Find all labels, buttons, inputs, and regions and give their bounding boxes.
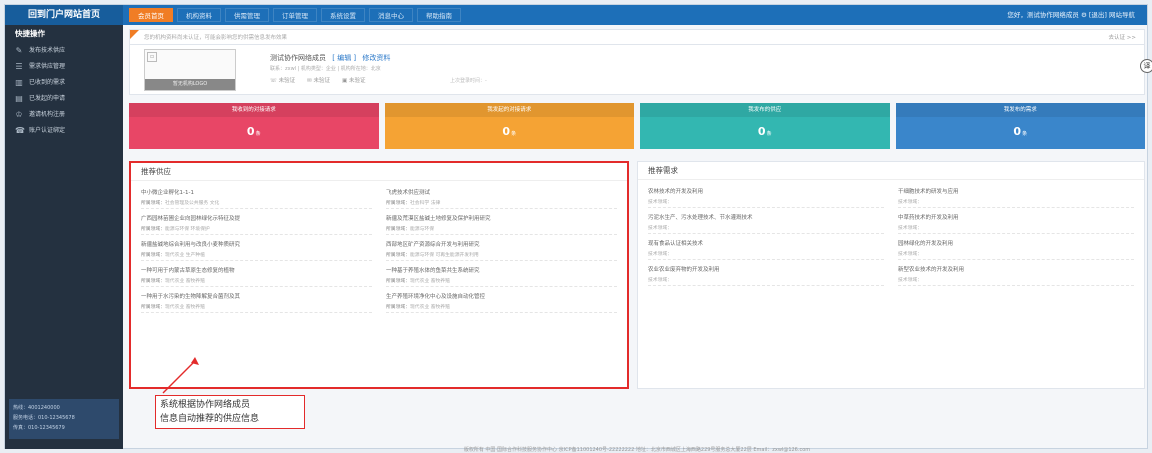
top-bar: 回到门户网站首页 会员首页 机构资料 供需管理 订单管理 系统设置 消息中心 帮… [5, 5, 1147, 25]
broken-image-icon: ▫ [147, 52, 157, 62]
list-item[interactable]: 西部地区矿产资源综合开发与利用研究 所属领域：能源与环保 可再生能源开发利用 [386, 235, 617, 261]
user-icon: ♔ [15, 110, 23, 119]
service-phone-text: 服务电话：010-12345678 [13, 415, 75, 421]
stat-my-demand[interactable]: 我发布的需求 0条 [895, 103, 1145, 149]
stat-label: 我发布的供应 [640, 103, 890, 117]
sidebar-title: 快捷操作 [15, 29, 45, 38]
main-nav: 会员首页 机构资料 供需管理 订单管理 系统设置 消息中心 帮助指南 [129, 8, 461, 22]
stat-value: 0条 [1013, 125, 1028, 138]
list-item[interactable]: 污泥水生产、污水处理技术、节水灌溉技术 技术领域： [648, 208, 884, 234]
panel-title: 推荐需求 [638, 162, 1144, 180]
sidebar-item-label: 邀请机构注册 [29, 111, 66, 118]
fax-text: 传真：010-12345679 [13, 425, 65, 431]
list-item[interactable]: 一种基于养殖水体的鱼菜共生系统研究 所属领域：现代农业 畜牧养殖 [386, 261, 617, 287]
annotation-arrow [162, 357, 199, 394]
stat-received-requests[interactable]: 我收到的对接请求 0条 [129, 103, 379, 149]
logo-caption: 暂无机构LOGO [145, 79, 235, 90]
nav-supply-demand[interactable]: 供需管理 [225, 8, 269, 22]
sidebar-item-label: 已收到的需求 [29, 79, 66, 86]
panel-title: 推荐供应 [131, 163, 627, 181]
stat-label: 我收到的对接请求 [129, 103, 379, 117]
sidebar-item-label: 发布技术供应 [29, 47, 66, 54]
cert-org: ▣ 未验证 [342, 78, 366, 84]
sidebar-item-label: 已发起的申请 [29, 95, 66, 102]
pencil-icon: ✎ [15, 46, 23, 55]
stat-my-supply[interactable]: 我发布的供应 0条 [640, 103, 890, 149]
document-icon: ▤ [15, 94, 23, 103]
list-item[interactable]: 一种用于水污染的生物降解复合菌剂及其 所属领域：现代农业 畜牧养殖 [141, 287, 372, 313]
footer-text: 版权所有 中国·国际合作科技服务协作中心 京ICP备11001240号-2222… [463, 447, 811, 453]
nav-org-profile[interactable]: 机构资料 [177, 8, 221, 22]
nav-member-home[interactable]: 会员首页 [129, 8, 173, 22]
list-item[interactable]: 中小微企业孵化1-1-1 所属领域：社会管理及公共服务 文化 [141, 183, 372, 209]
supply-list: 中小微企业孵化1-1-1 所属领域：社会管理及公共服务 文化 飞虎技术供应测试 所属… [131, 181, 627, 315]
hotline-text: 热线：4001240000 [13, 405, 60, 411]
nav-settings[interactable]: 系统设置 [321, 8, 365, 22]
phone-icon: ☎ [15, 126, 25, 135]
list-item[interactable]: 广西园林苗圃企业向园林绿化示特征及提 所属领域：能源与环保 环境保护 [141, 209, 372, 235]
app-frame: 回到门户网站首页 会员首页 机构资料 供需管理 订单管理 系统设置 消息中心 帮… [4, 4, 1152, 453]
edit-profile-link[interactable]: 修改资料 [362, 54, 390, 62]
stat-sent-requests[interactable]: 我发起的对接请求 0条 [384, 103, 634, 149]
notice-bar: 您的机构资料尚未认证，可能会影响您的供需信息发布效果 去认证 >> [129, 29, 1145, 45]
list-item[interactable]: 干细胞技术的研发与应用 技术领域： [898, 182, 1134, 208]
cert-status-row: ☏ 未验证 ✉ 未验证 ▣ 未验证 [270, 76, 366, 84]
list-item[interactable]: 新疆及荒漠区盐碱土地修复及保护利用研究 所属领域：能源与环保 [386, 209, 617, 235]
demand-list: 农林技术的开发及利用 技术领域： 干细胞技术的研发与应用 技术领域： 污泥水生产、污… [638, 180, 1144, 288]
sidebar-item-applied[interactable]: ▤ 已发起的申请 [5, 91, 123, 107]
sidebar-contact-box: 热线：4001240000 服务电话：010-12345678 传真：010-1… [9, 399, 119, 439]
annotation-line-2: 信息自动推荐的供应信息 [160, 414, 260, 424]
annotation-callout: 系统根据协作网络成员 信息自动推荐的供应信息 [155, 395, 305, 429]
list-item[interactable]: 飞虎技术供应测试 所属领域：社会科学 法律 [386, 183, 617, 209]
user-greeting[interactable]: 您好，测试协作网络成员 ⚙ [退出] 网站导航 [1007, 5, 1135, 25]
stat-value: 0条 [502, 125, 517, 138]
cert-email: ✉ 未验证 [307, 78, 331, 84]
last-login: 上次登录时间：- [450, 78, 487, 84]
nav-messages[interactable]: 消息中心 [369, 8, 413, 22]
stat-value: 0条 [246, 125, 261, 138]
annotation-line-1: 系统根据协作网络成员 [160, 400, 251, 410]
sidebar-item-publish-supply[interactable]: ✎ 发布技术供应 [5, 43, 123, 59]
list-item[interactable]: 生产养殖环境净化中心及设施自动化管控 所属领域：现代农业 畜牧养殖 [386, 287, 617, 313]
list-item[interactable]: 农业农业废弃物的开发及利用 技术领域： [648, 260, 884, 286]
list-icon: ☰ [15, 62, 23, 71]
stats-row: 我收到的对接请求 0条 我发起的对接请求 0条 我发布的供应 0条 我发布的需求… [129, 103, 1145, 149]
sidebar: 快捷操作 ✎ 发布技术供应 ☰ 需求供应管理 ▥ 已收到的需求 ▤ 已发起的申请… [5, 25, 123, 449]
cert-phone: ☏ 未验证 [270, 78, 296, 84]
list-item[interactable]: 园林绿化的开发及利用 技术领域： [898, 234, 1134, 260]
sidebar-item-label: 需求供应管理 [29, 63, 66, 70]
verify-link[interactable]: 去认证 >> [1109, 30, 1136, 46]
sidebar-item-invite[interactable]: ♔ 邀请机构注册 [5, 107, 123, 123]
phone-cert-icon: ☏ [270, 78, 279, 84]
notice-text: 您的机构资料尚未认证，可能会影响您的供需信息发布效果 [144, 35, 288, 41]
nav-help[interactable]: 帮助指南 [417, 8, 461, 22]
sidebar-item-label: 账户认证绑定 [29, 127, 66, 134]
list-item[interactable]: 中草药技术的开发及利用 技术领域： [898, 208, 1134, 234]
nav-orders[interactable]: 订单管理 [273, 8, 317, 22]
list-item[interactable]: 一种可用于内蒙古草原生态修复的植物 所属领域：现代农业 畜牧养殖 [141, 261, 372, 287]
sidebar-item-account[interactable]: ☎ 账户认证绑定 [5, 123, 123, 139]
org-name-line: 测试协作网络成员 [ 编辑 ] 修改资料 [270, 53, 390, 63]
profile-card: ▫ 暂无机构LOGO 测试协作网络成员 [ 编辑 ] 修改资料 联系：zxwl … [129, 45, 1152, 95]
stat-label: 我发起的对接请求 [384, 103, 634, 117]
building-icon: ▥ [15, 78, 23, 87]
org-name: 测试协作网络成员 [270, 54, 326, 62]
list-item[interactable]: 农林技术的开发及利用 技术领域： [648, 182, 884, 208]
sidebar-item-manage[interactable]: ☰ 需求供应管理 [5, 59, 123, 75]
recommended-demand-panel: 推荐需求 农林技术的开发及利用 技术领域： 干细胞技术的研发与应用 技术领域： 污泥… [637, 161, 1145, 389]
home-portal-link[interactable]: 回到门户网站首页 [5, 5, 123, 25]
list-item[interactable]: 新型农业技术的开发及利用 技术领域： [898, 260, 1134, 286]
list-item[interactable]: 新疆盐碱地综合利用与改良小麦种质研究 所属领域：现代农业 生产种植 [141, 235, 372, 261]
org-cert-icon: ▣ [342, 78, 349, 84]
org-logo[interactable]: ▫ 暂无机构LOGO [144, 49, 236, 91]
org-info: 联系：zxwl | 机构类型：企业 | 机构所在地：北京 [270, 66, 381, 72]
main-content: 您的机构资料尚未认证，可能会影响您的供需信息发布效果 去认证 >> ▫ 暂无机构… [129, 29, 1152, 449]
stat-label: 我发布的需求 [895, 103, 1145, 117]
translate-icon[interactable]: 译 [1140, 59, 1152, 73]
edit-link[interactable]: [ 编辑 ] [332, 54, 356, 62]
list-item[interactable]: 现有食品认证相关技术 技术领域： [648, 234, 884, 260]
stat-value: 0条 [757, 125, 772, 138]
sidebar-item-received[interactable]: ▥ 已收到的需求 [5, 75, 123, 91]
